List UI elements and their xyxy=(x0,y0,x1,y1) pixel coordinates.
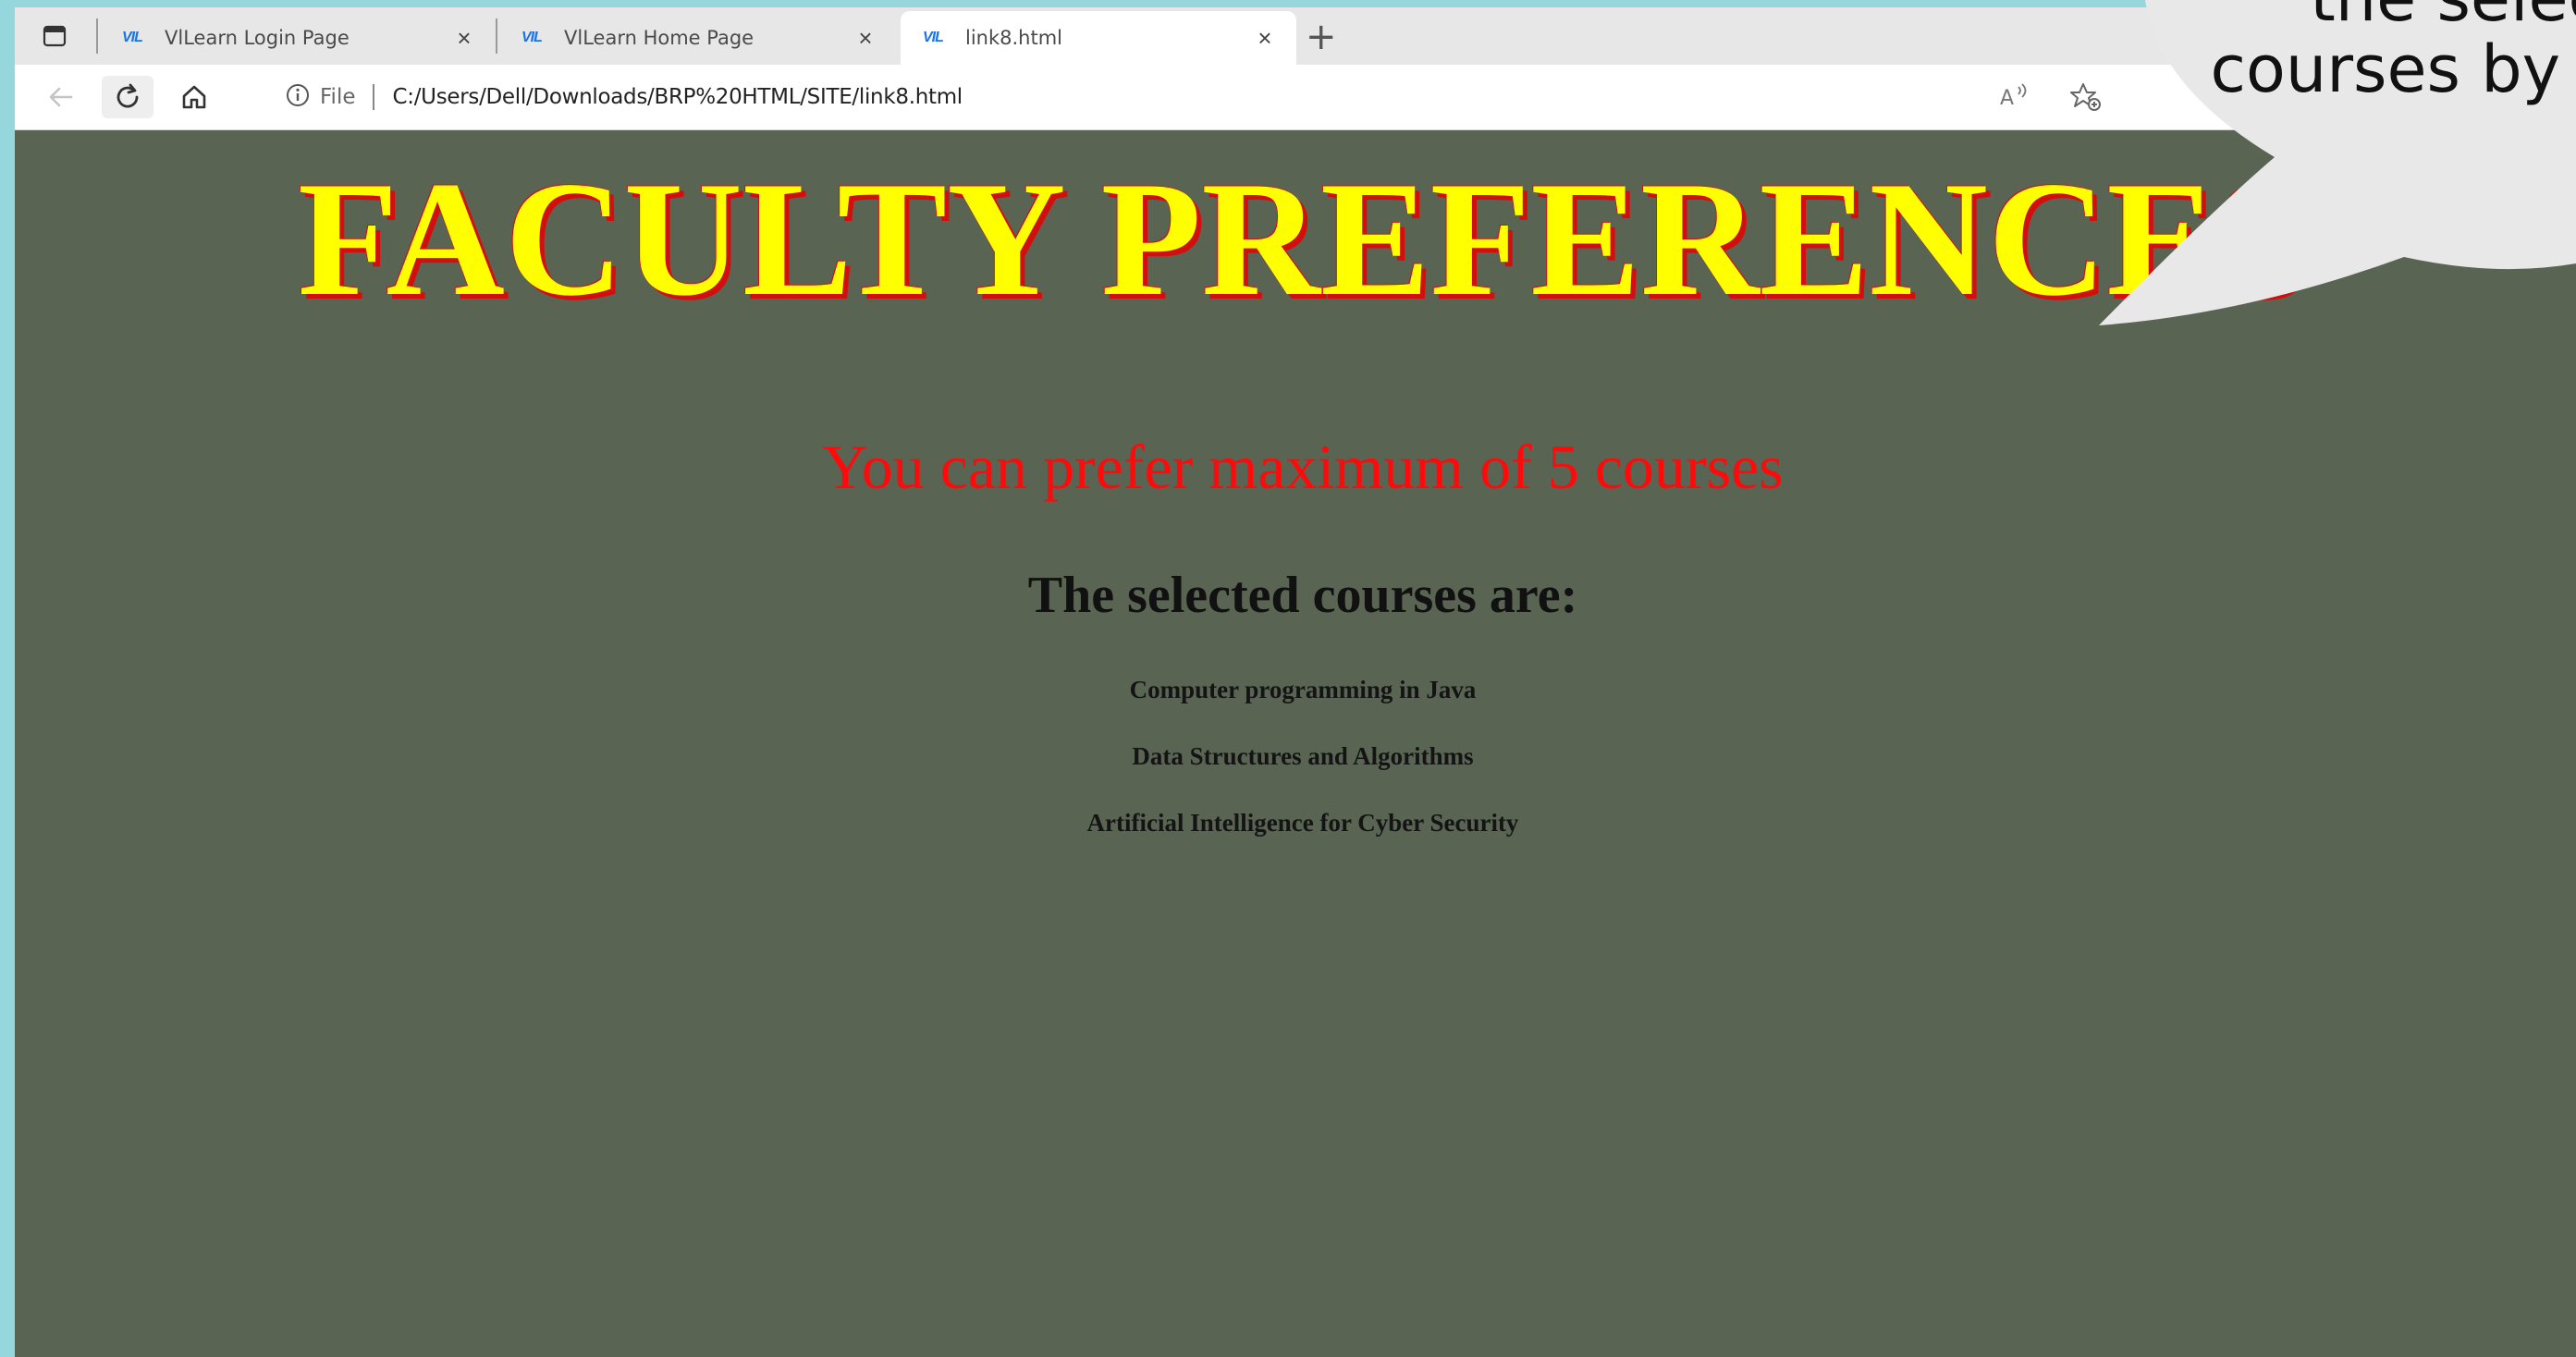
info-icon[interactable] xyxy=(285,82,311,113)
tab-separator xyxy=(96,18,98,54)
tab-link8[interactable]: VIL link8.html × xyxy=(901,11,1296,65)
refresh-icon[interactable] xyxy=(102,76,153,118)
tab-title: VlLearn Login Page xyxy=(165,27,350,49)
vil-favicon-icon: VIL xyxy=(122,30,143,45)
tab-actions-icon[interactable] xyxy=(37,20,72,52)
speech-bubble-text: the selec courses by f xyxy=(2104,0,2576,105)
home-icon[interactable] xyxy=(168,76,220,118)
scheme-label: File xyxy=(320,85,356,109)
tab-title: VlLearn Home Page xyxy=(564,27,754,49)
selected-courses-heading: The selected courses are: xyxy=(1027,567,1578,624)
notice-text: You can prefer maximum of 5 courses xyxy=(822,432,1784,502)
tab-vllearn-login[interactable]: VIL VlLearn Login Page × xyxy=(100,11,496,65)
read-aloud-icon[interactable]: A xyxy=(1999,81,2030,116)
vil-favicon-icon: VIL xyxy=(923,30,944,45)
speech-bubble-line: courses by f xyxy=(2210,31,2576,107)
speech-bubble: the selec courses by f xyxy=(2090,0,2576,333)
new-tab-icon[interactable]: + xyxy=(1306,18,1337,55)
svg-text:A: A xyxy=(2000,87,2014,110)
tab-vllearn-home[interactable]: VIL VlLearn Home Page × xyxy=(499,11,897,65)
address-bar[interactable]: File C:/Users/Dell/Downloads/BRP%20HTML/… xyxy=(257,72,2125,122)
vil-favicon-icon: VIL xyxy=(521,30,543,45)
back-icon[interactable] xyxy=(35,76,87,118)
course-item: Data Structures and Algorithms xyxy=(1132,742,1474,770)
url-text[interactable]: C:/Users/Dell/Downloads/BRP%20HTML/SITE/… xyxy=(393,85,963,109)
close-tab-icon[interactable]: × xyxy=(853,26,878,50)
close-tab-icon[interactable]: × xyxy=(451,26,477,50)
address-separator xyxy=(372,84,374,110)
close-tab-icon[interactable]: × xyxy=(1252,26,1278,50)
course-item: Artificial Intelligence for Cyber Securi… xyxy=(1086,809,1519,837)
course-item: Computer programming in Java xyxy=(1129,676,1477,703)
tab-separator xyxy=(496,18,497,54)
tab-title: link8.html xyxy=(965,27,1063,49)
speech-bubble-line: the selec xyxy=(2104,0,2576,34)
